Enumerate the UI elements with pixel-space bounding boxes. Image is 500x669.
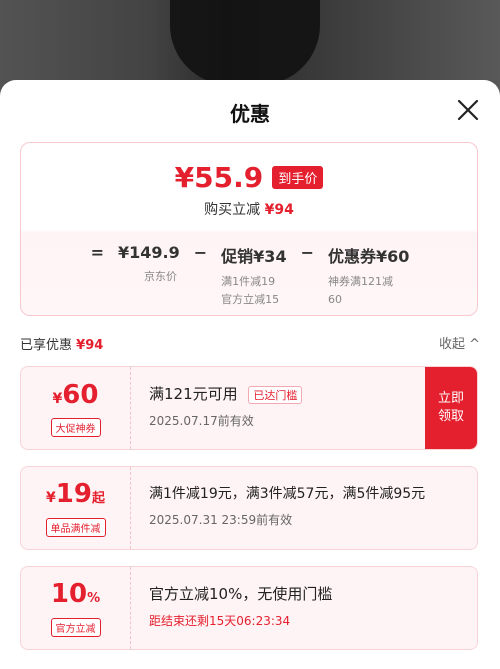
close-icon[interactable] bbox=[456, 98, 480, 122]
coupon-number: 10 bbox=[50, 579, 88, 609]
coupon-card: ¥60 大促神券 满121元可用 已达门槛 2025.07.17前有效 立即 领… bbox=[20, 366, 478, 450]
coupon-validity: 2025.07.31 23:59前有效 bbox=[149, 513, 293, 527]
coupon-card: 10% 官方立减 官方立减10%，无使用门槛 距结束还剩15天06:23:34 bbox=[20, 566, 478, 650]
minus-sign: − bbox=[193, 243, 208, 262]
price-summary-card: ¥55.9 到手价 购买立减 ¥94 = ¥149.9 京东价 − 促销¥34 … bbox=[20, 142, 478, 316]
claim-coupon-button[interactable]: 立即 领取 bbox=[425, 367, 477, 449]
coupon-value: ¥19起 bbox=[46, 479, 105, 514]
threshold-badge: 已达门槛 bbox=[248, 385, 303, 404]
collapse-toggle[interactable]: 收起 ^ bbox=[439, 333, 480, 352]
coupon-value-block: 10% 官方立减 bbox=[21, 567, 131, 649]
coupon-type-tag: 大促神券 bbox=[50, 417, 101, 437]
enjoyed-label: 已享优惠 bbox=[20, 338, 73, 353]
coupon-col: 优惠券¥60 神券满121减 60 bbox=[328, 243, 409, 309]
coupon-info: 官方立减10%，无使用门槛 距结束还剩15天06:23:34 bbox=[149, 583, 467, 629]
enjoyed-discount: 已享优惠 ¥94 bbox=[20, 334, 103, 353]
coupon-number: 60 bbox=[62, 379, 99, 410]
promo-amount: 促销¥34 bbox=[221, 247, 287, 266]
coupon-number: 19 bbox=[55, 479, 92, 509]
equals-sign: = bbox=[90, 243, 105, 262]
base-price-col: ¥149.9 京东价 bbox=[118, 243, 180, 286]
coupon-suffix: % bbox=[87, 591, 101, 606]
currency-symbol: ¥ bbox=[46, 490, 56, 506]
coupon-amount: 优惠券¥60 bbox=[327, 247, 410, 266]
buy-discount-amount: ¥94 bbox=[264, 202, 294, 218]
coupon-detail-line: 60 bbox=[327, 293, 342, 306]
final-price-tag: 到手价 bbox=[272, 166, 324, 189]
coupon-card: ¥19起 单品满件减 满1件减19元，满3件减57元，满5件减95元 2025.… bbox=[20, 466, 478, 550]
minus-sign: − bbox=[300, 243, 314, 262]
buy-discount-label: 购买立减 bbox=[204, 202, 261, 218]
coupon-detail-line: 神券满121减 bbox=[327, 275, 393, 288]
final-price: ¥55.9 bbox=[174, 161, 264, 194]
sheet-title: 优惠 bbox=[230, 102, 270, 126]
coupon-value-block: ¥60 大促神券 bbox=[21, 367, 131, 449]
currency-symbol: ¥ bbox=[52, 390, 63, 407]
coupon-info: 满1件减19元，满3件减57元，满5件减95元 2025.07.31 23:59… bbox=[149, 483, 467, 528]
final-price-line: ¥55.9 到手价 bbox=[21, 161, 477, 194]
base-price: ¥149.9 bbox=[118, 243, 180, 262]
enjoyed-amount: ¥94 bbox=[76, 338, 104, 353]
coupon-type-tag: 官方立减 bbox=[50, 618, 101, 637]
coupon-value: ¥60 bbox=[53, 380, 99, 414]
promo-detail-line: 官方立减15 bbox=[221, 293, 280, 306]
promo-col: 促销¥34 满1件减19 官方立减15 bbox=[221, 243, 286, 309]
coupon-value: 10% bbox=[51, 579, 100, 614]
coupon-title: 官方立减10%，无使用门槛 bbox=[149, 585, 333, 603]
coupon-title: 满1件减19元，满3件减57元，满5件减95元 bbox=[149, 486, 426, 502]
base-price-label: 京东价 bbox=[144, 270, 178, 283]
promo-detail-line: 满1件减19 bbox=[221, 275, 276, 288]
coupon-suffix: 起 bbox=[91, 491, 105, 506]
coupon-info: 满121元可用 已达门槛 2025.07.17前有效 bbox=[149, 383, 467, 429]
price-breakdown: = ¥149.9 京东价 − 促销¥34 满1件减19 官方立减15 − 优惠券… bbox=[21, 243, 477, 309]
coupon-type-tag: 单品满件减 bbox=[45, 518, 106, 537]
countdown-text: 距结束还剩15天06:23:34 bbox=[149, 614, 291, 628]
coupon-validity: 2025.07.17前有效 bbox=[149, 414, 254, 428]
promo-detail: 满1件减19 官方立减15 bbox=[221, 273, 279, 309]
buy-discount-line: 购买立减 ¥94 bbox=[21, 199, 477, 219]
coupon-title: 满121元可用 bbox=[149, 385, 238, 403]
coupon-value-block: ¥19起 单品满件减 bbox=[21, 467, 131, 549]
coupon-detail: 神券满121减 60 bbox=[328, 273, 393, 309]
coupon-title-line: 满121元可用 已达门槛 bbox=[149, 383, 467, 404]
discount-sheet: 优惠 ¥55.9 到手价 购买立减 ¥94 = ¥149.9 京东价 − 促销¥… bbox=[0, 80, 500, 669]
